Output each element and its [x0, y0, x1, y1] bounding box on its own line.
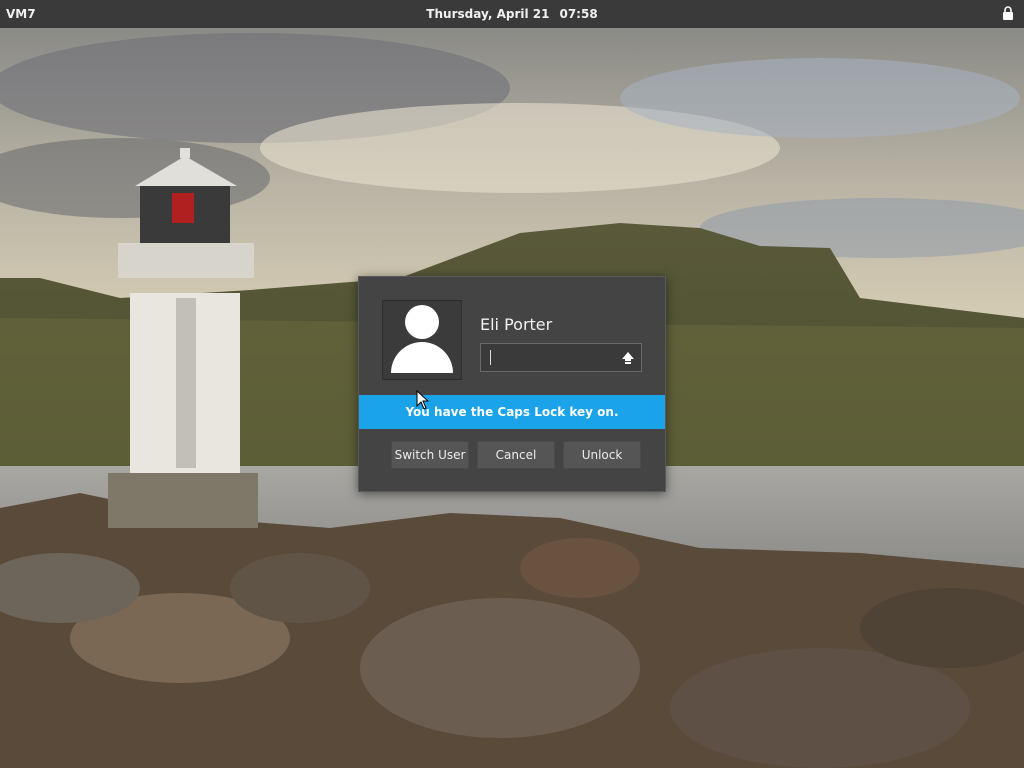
clock: Thursday, April 21 07:58 [0, 7, 1024, 21]
cancel-button[interactable]: Cancel [477, 441, 555, 469]
username-label: Eli Porter [480, 315, 553, 334]
avatar [382, 300, 462, 380]
unlock-button[interactable]: Unlock [563, 441, 641, 469]
unlock-dialog: Eli Porter You have the Caps Lock key on… [358, 276, 666, 492]
date-label: Thursday, April 21 [426, 7, 550, 21]
caps-lock-warning: You have the Caps Lock key on. [359, 395, 665, 429]
lock-icon [1003, 6, 1013, 20]
top-panel: VM7 Thursday, April 21 07:58 [0, 0, 1024, 28]
switch-user-button[interactable]: Switch User [391, 441, 469, 469]
text-cursor [490, 350, 491, 365]
capslock-indicator-icon [622, 352, 634, 364]
password-input[interactable] [480, 343, 642, 372]
user-avatar-icon [391, 305, 453, 373]
time-label: 07:58 [559, 7, 598, 21]
mouse-pointer-icon [416, 390, 430, 410]
